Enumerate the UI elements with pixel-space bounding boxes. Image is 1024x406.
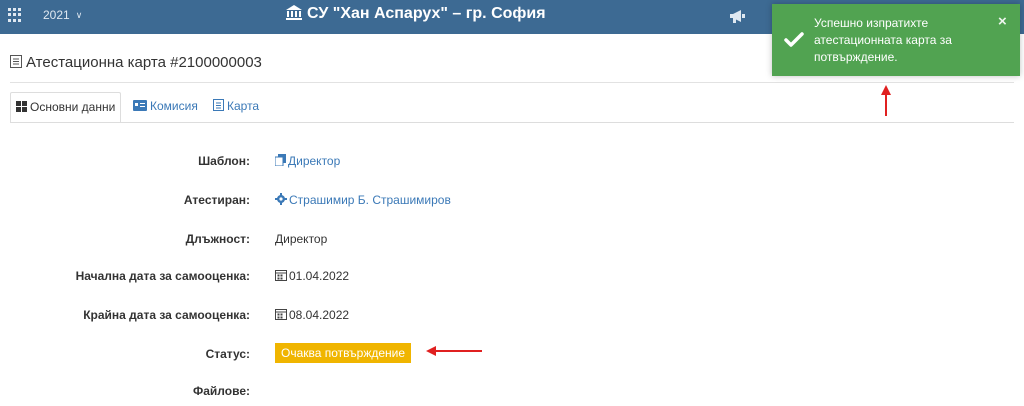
start-date-field: 01.04.2022 <box>275 269 349 283</box>
gear-icon <box>275 193 287 205</box>
start-date-label: Начална дата за самооценка: <box>75 269 250 283</box>
chevron-down-icon: ∨ <box>75 10 83 20</box>
start-date-value: 01.04.2022 <box>289 269 350 283</box>
end-date-field: 08.04.2022 <box>275 308 349 322</box>
template-value: Директор <box>288 154 341 168</box>
announcements-icon[interactable] <box>728 8 746 29</box>
position-label: Длъжност: <box>185 232 250 246</box>
template-label: Шаблон: <box>198 154 250 168</box>
tab-basic-data-label: Основни данни <box>30 100 116 114</box>
end-date-value: 08.04.2022 <box>289 308 350 322</box>
success-toast: Успешно изпратихте атестационната карта … <box>772 4 1020 76</box>
tab-card-label: Карта <box>227 99 260 113</box>
title-divider <box>10 82 1014 83</box>
template-link[interactable]: Директор <box>274 154 341 168</box>
annotation-arrow-up <box>881 85 891 116</box>
grid-squares-icon <box>16 101 27 112</box>
tab-commission-label: Комисия <box>150 99 198 113</box>
document-list-icon <box>213 99 224 111</box>
position-value: Директор <box>275 232 328 246</box>
tab-card[interactable]: Карта <box>208 92 264 123</box>
id-card-icon <box>133 100 147 111</box>
calendar-icon <box>275 270 287 281</box>
status-badge: Очаква потвърждение <box>275 343 412 363</box>
school-name: СУ "Хан Аспарух" – гр. София <box>307 5 546 22</box>
school-title: СУ "Хан Аспарух" – гр. София <box>285 4 546 23</box>
tab-commission[interactable]: Комисия <box>128 92 203 123</box>
status-label: Статус: <box>205 347 250 361</box>
page-title-text: Атестационна карта #2100000003 <box>26 54 262 71</box>
page-title: Атестационна карта #2100000003 <box>10 54 262 71</box>
calendar-icon <box>275 309 287 320</box>
tabs-divider <box>10 122 1014 123</box>
document-list-icon <box>10 55 22 68</box>
checkmark-icon <box>784 32 804 47</box>
attested-label: Атестиран: <box>183 193 250 207</box>
copy-icon <box>274 154 286 167</box>
attested-value: Страшимир Б. Страшимиров <box>289 193 451 207</box>
tab-basic-data[interactable]: Основни данни <box>10 92 122 123</box>
end-date-label: Крайна дата за самооценка: <box>83 308 250 322</box>
annotation-arrow-left <box>426 346 482 356</box>
year-label: 2021 <box>43 8 70 22</box>
building-icon <box>286 5 302 20</box>
year-selector[interactable]: 2021 ∨ <box>43 8 82 22</box>
close-icon[interactable]: × <box>998 13 1007 30</box>
apps-grid-icon[interactable] <box>8 8 22 22</box>
toast-message: Успешно изпратихте атестационната карта … <box>814 16 952 64</box>
files-label: Файлове: <box>193 384 250 398</box>
attested-link[interactable]: Страшимир Б. Страшимиров <box>275 193 451 207</box>
